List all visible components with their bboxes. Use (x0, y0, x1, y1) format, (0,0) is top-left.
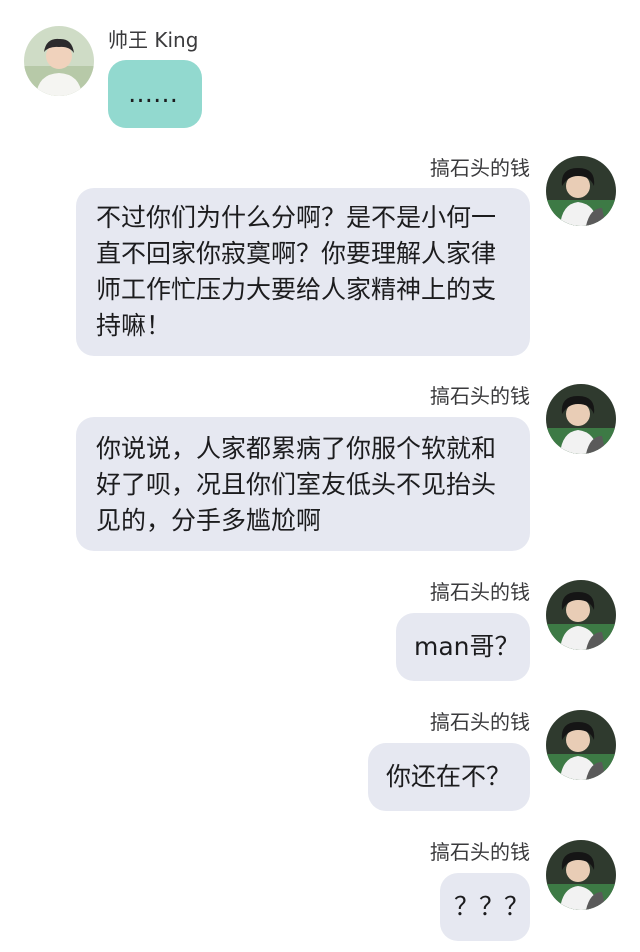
sender-name: 搞石头的钱 (430, 384, 530, 408)
user-avatar-icon (546, 384, 616, 454)
message-bubble[interactable]: man哥？ (396, 613, 530, 681)
message-bubble[interactable]: …… (108, 60, 202, 128)
my-avatar[interactable] (546, 580, 616, 650)
my-avatar[interactable] (546, 384, 616, 454)
message-bubble[interactable]: 你说说，人家都累病了你服个软就和好了呗，况且你们室友低头不见抬头见的，分手多尴尬… (76, 417, 530, 551)
message-bubble[interactable]: ？？？ (440, 873, 530, 941)
user-avatar-icon (546, 710, 616, 780)
sender-name: 搞石头的钱 (430, 710, 530, 734)
message-bubble[interactable]: 不过你们为什么分啊？是不是小何一直不回家你寂寞啊？你要理解人家律师工作忙压力大要… (76, 188, 530, 356)
sender-name: 搞石头的钱 (430, 840, 530, 864)
sender-name: 搞石头的钱 (430, 580, 530, 604)
user-avatar-icon (24, 26, 94, 96)
my-avatar[interactable] (546, 156, 616, 226)
my-avatar[interactable] (546, 710, 616, 780)
sender-name: 帅王 King (108, 28, 199, 52)
sender-avatar[interactable] (24, 26, 94, 96)
my-avatar[interactable] (546, 840, 616, 910)
sender-name: 搞石头的钱 (430, 156, 530, 180)
message-bubble[interactable]: 你还在不？ (368, 743, 530, 811)
user-avatar-icon (546, 580, 616, 650)
user-avatar-icon (546, 840, 616, 910)
user-avatar-icon (546, 156, 616, 226)
